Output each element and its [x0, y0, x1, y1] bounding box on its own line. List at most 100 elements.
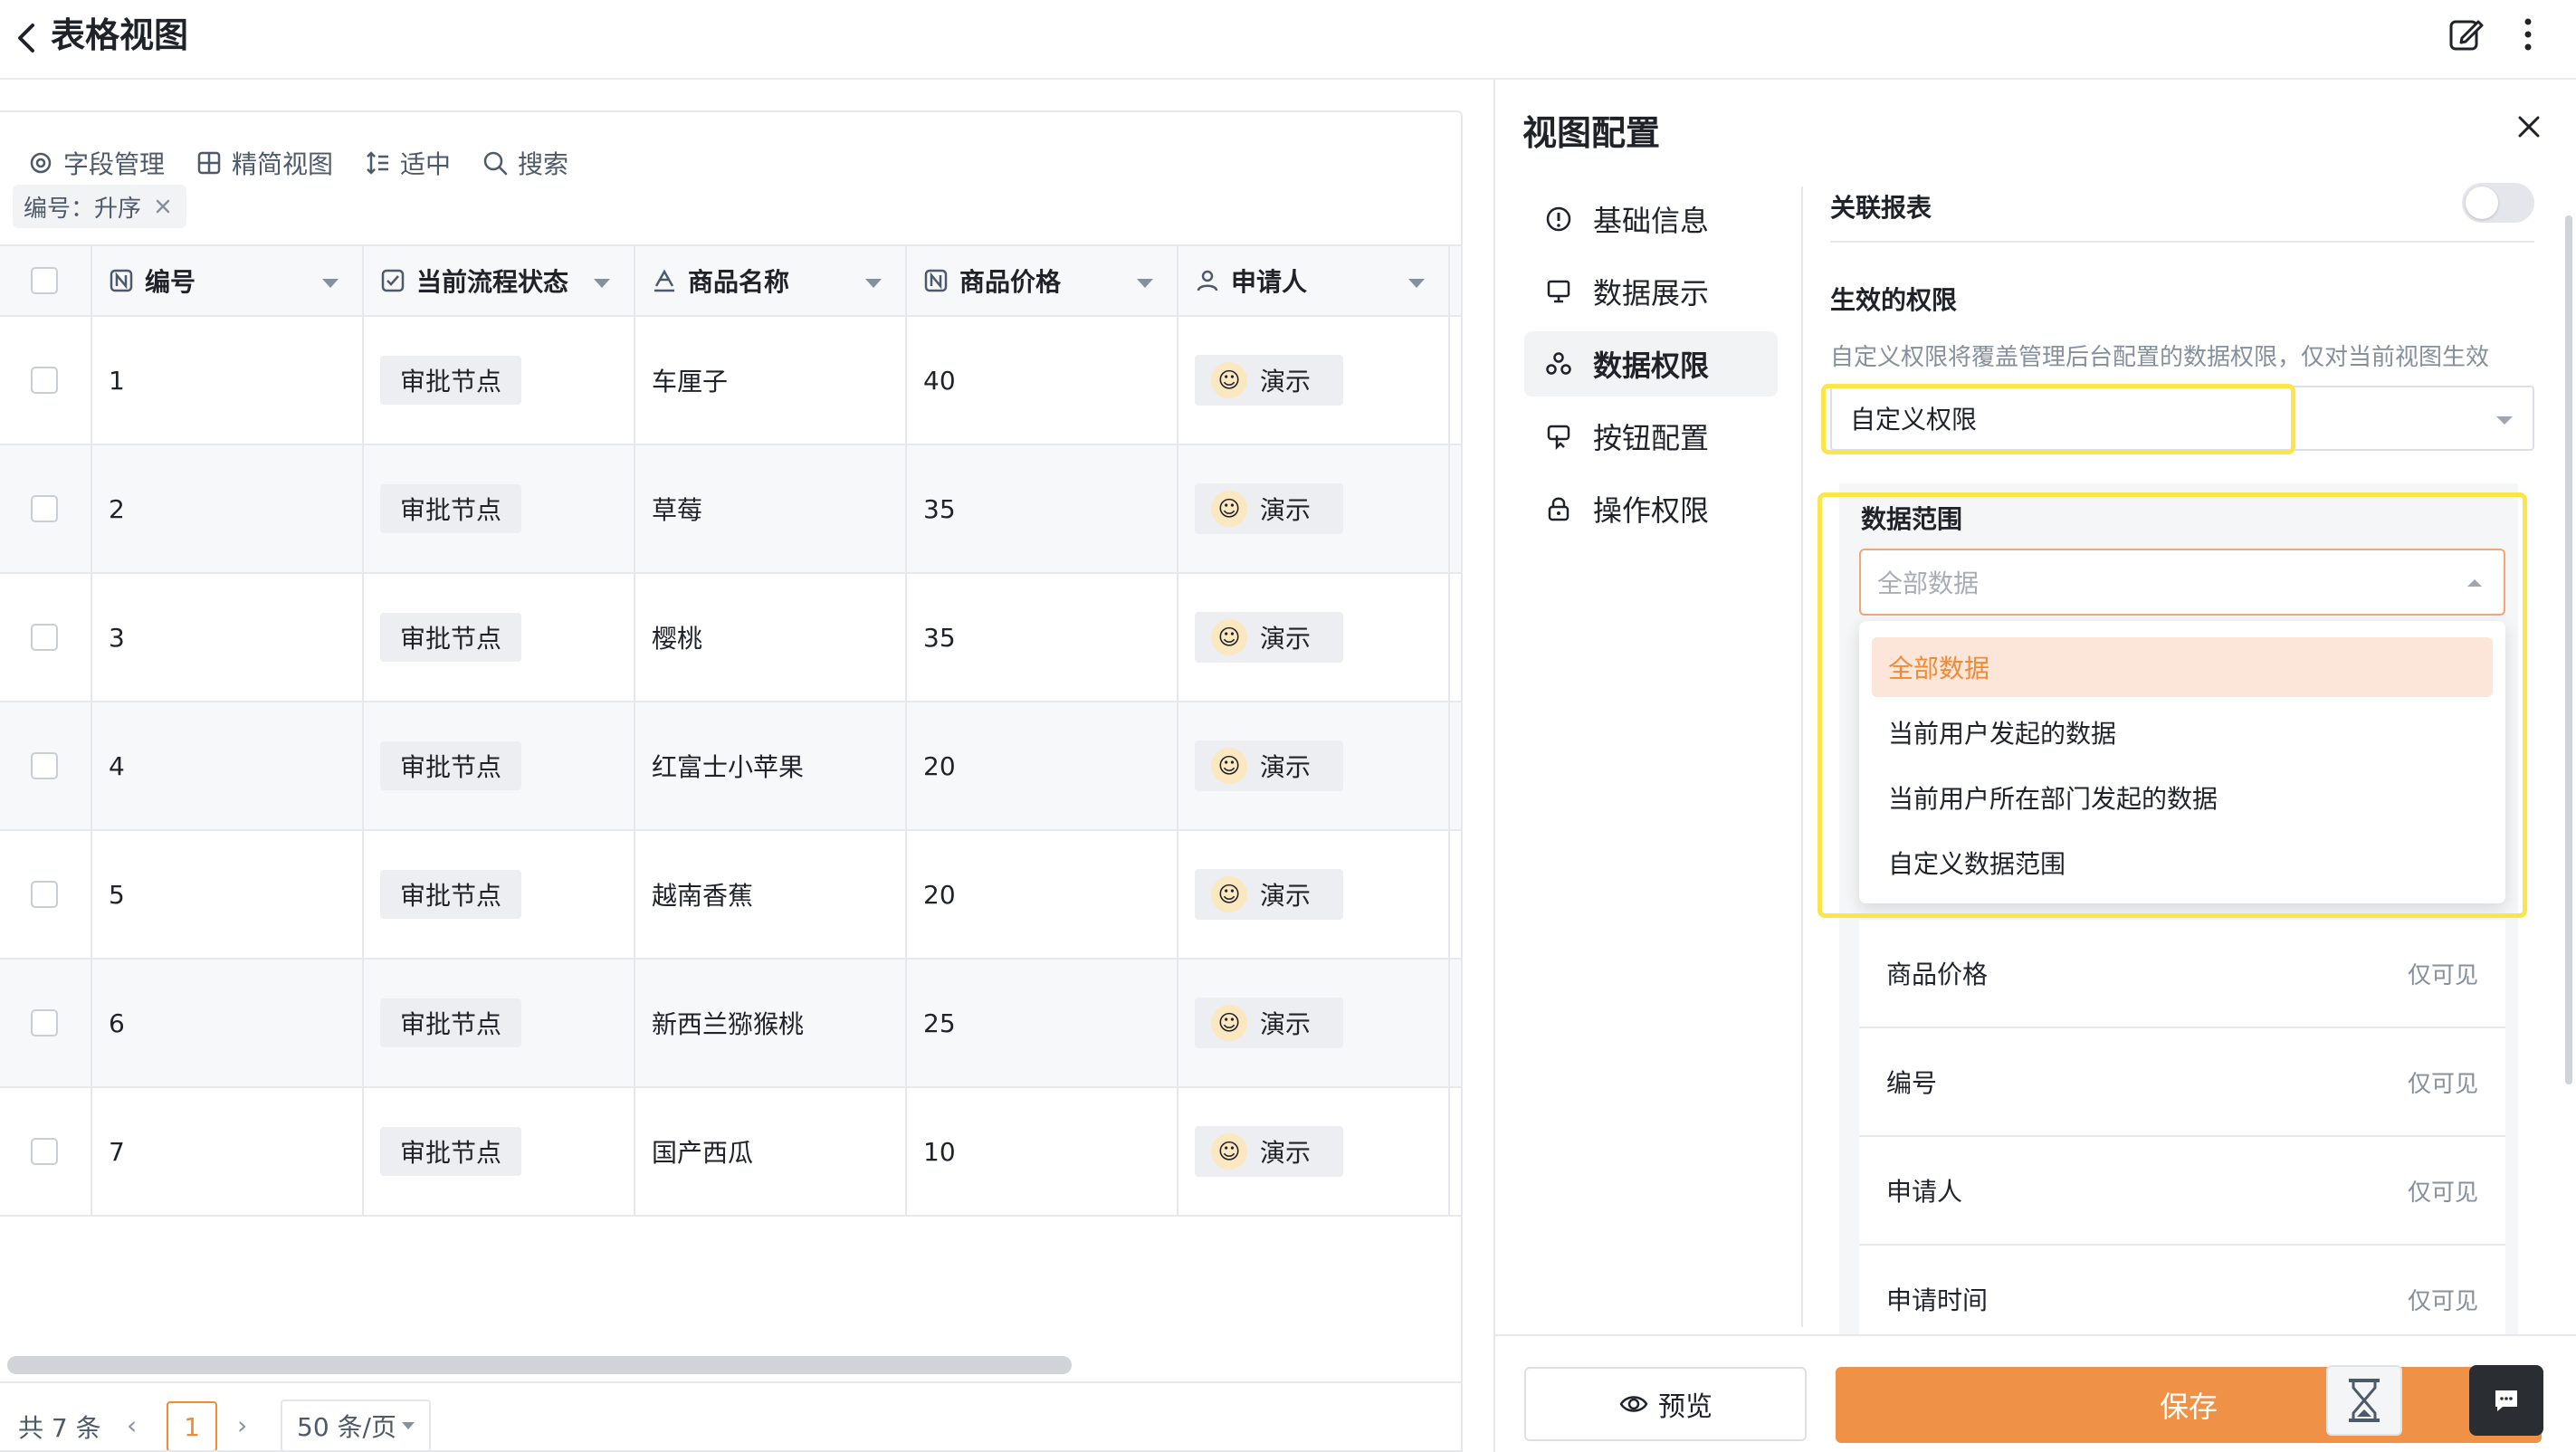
save-button[interactable]: 保存 — [1836, 1367, 2542, 1443]
table-header: 编号 当前流程状态 商品名称 商品价格 申请人 — [0, 244, 1461, 317]
column-header-price[interactable]: 商品价格 — [907, 246, 1178, 315]
user-name: 演示 — [1260, 1138, 1312, 1168]
field-permission-row[interactable]: 编号 仅可见 — [1859, 1028, 2505, 1137]
cell-status: 审批节点 — [364, 960, 635, 1086]
field-permission[interactable]: 仅可见 — [2408, 1174, 2478, 1208]
chevron-down-icon[interactable] — [1408, 279, 1425, 288]
field-permission[interactable]: 仅可见 — [2408, 1065, 2478, 1099]
table-row[interactable]: 2 审批节点 草莓 35 ☺ 演示 — [0, 445, 1461, 574]
field-permission[interactable]: 仅可见 — [2408, 957, 2478, 990]
column-header-applicant[interactable]: 申请人 — [1178, 246, 1450, 315]
status-tag: 审批节点 — [380, 356, 522, 405]
sort-chip[interactable]: 编号：升序 — [13, 185, 187, 228]
number-field-icon — [924, 269, 948, 292]
column-header-id[interactable]: 编号 — [92, 246, 364, 315]
field-permission[interactable]: 仅可见 — [2408, 1283, 2478, 1316]
effective-permission-label: 生效的权限 — [1830, 285, 1958, 315]
top-bar: 表格视图 — [0, 0, 2576, 80]
linked-report-toggle[interactable] — [2462, 183, 2534, 223]
nav-item-data-permission[interactable]: 数据权限 — [1524, 331, 1778, 396]
user-chip: ☺ 演示 — [1195, 869, 1343, 920]
permission-description: 自定义权限将覆盖管理后台配置的数据权限，仅对当前视图生效 — [1830, 344, 2490, 371]
table-row[interactable]: 1 审批节点 车厘子 40 ☺ 演示 — [0, 317, 1461, 445]
horizontal-scrollbar[interactable] — [7, 1356, 1072, 1374]
avatar: ☺ — [1211, 619, 1247, 655]
table-row[interactable]: 4 审批节点 红富士小苹果 20 ☺ 演示 — [0, 702, 1461, 831]
page-size-select[interactable]: 50 条/页 — [281, 1399, 431, 1450]
cell-id: 4 — [92, 702, 364, 829]
table-row[interactable]: 7 审批节点 国产西瓜 10 ☺ 演示 — [0, 1088, 1461, 1217]
cell-price: 20 — [907, 831, 1178, 958]
row-checkbox[interactable] — [31, 624, 58, 651]
select-all-checkbox[interactable] — [31, 267, 58, 294]
chevron-down-icon[interactable] — [322, 279, 339, 288]
chevron-down-icon — [2496, 416, 2513, 425]
close-icon[interactable] — [154, 197, 172, 215]
user-name: 演示 — [1260, 367, 1312, 396]
avatar: ☺ — [1211, 491, 1247, 527]
user-chip: ☺ 演示 — [1195, 355, 1343, 406]
field-name: 编号 — [1886, 1068, 1938, 1098]
more-icon[interactable] — [2514, 14, 2542, 54]
row-checkbox[interactable] — [31, 367, 58, 394]
toggle-knob — [2466, 186, 2498, 219]
row-checkbox[interactable] — [31, 495, 58, 522]
nav-item-data-display[interactable]: 数据展示 — [1524, 259, 1778, 324]
prev-page-button[interactable]: ‹ — [127, 1410, 137, 1440]
table-row[interactable]: 5 审批节点 越南香蕉 20 ☺ 演示 — [0, 831, 1461, 960]
row-checkbox[interactable] — [31, 1138, 58, 1165]
nav-item-button-config[interactable]: 按钮配置 — [1524, 404, 1778, 469]
field-manage-button[interactable]: 字段管理 — [27, 136, 165, 190]
preview-button[interactable]: 预览 — [1524, 1367, 1807, 1441]
field-permission-row[interactable]: 申请人 仅可见 — [1859, 1137, 2505, 1246]
row-checkbox[interactable] — [31, 752, 58, 779]
avatar: ☺ — [1211, 1133, 1247, 1170]
user-name: 演示 — [1260, 881, 1312, 911]
field-permission-row[interactable]: 商品价格 仅可见 — [1859, 920, 2505, 1028]
row-select-cell — [0, 445, 92, 572]
column-header-status[interactable]: 当前流程状态 — [364, 246, 635, 315]
cell-status: 审批节点 — [364, 702, 635, 829]
total-count: 共 7 条 — [18, 1413, 101, 1443]
table-card: 字段管理 精简视图 适中 搜索 编号：升序 编号 当前流程状态 商品名称 商品价… — [0, 110, 1463, 1452]
chevron-down-icon[interactable] — [1137, 279, 1153, 288]
chat-widget[interactable] — [2469, 1365, 2543, 1436]
cell-status: 审批节点 — [364, 831, 635, 958]
table-row[interactable]: 3 审批节点 樱桃 35 ☺ 演示 — [0, 574, 1461, 702]
row-select-cell — [0, 574, 92, 701]
status-tag: 审批节点 — [380, 613, 522, 662]
close-icon[interactable] — [2514, 112, 2543, 141]
display-icon — [1547, 280, 1570, 303]
cell-name: 樱桃 — [635, 574, 907, 701]
row-height-label: 适中 — [400, 149, 452, 179]
nav-item-operation-permission[interactable]: 操作权限 — [1524, 476, 1778, 541]
row-checkbox[interactable] — [31, 1009, 58, 1036]
column-header-name[interactable]: 商品名称 — [635, 246, 907, 315]
table-row[interactable]: 6 审批节点 新西兰猕猴桃 25 ☺ 演示 — [0, 960, 1461, 1088]
hourglass-widget[interactable] — [2326, 1365, 2402, 1436]
search-button[interactable]: 搜索 — [482, 136, 568, 190]
cell-status: 审批节点 — [364, 317, 635, 444]
nav-item-basic-info[interactable]: 基础信息 — [1524, 186, 1778, 252]
chat-icon — [2495, 1390, 2517, 1411]
linked-report-label: 关联报表 — [1830, 193, 1932, 223]
row-checkbox[interactable] — [31, 881, 58, 908]
chevron-down-icon[interactable] — [865, 279, 882, 288]
column-header-label: 申请人 — [1231, 267, 1308, 297]
vertical-scrollbar[interactable] — [2565, 215, 2572, 1084]
next-page-button[interactable]: › — [237, 1410, 247, 1440]
nav-item-label: 操作权限 — [1593, 493, 1710, 528]
cell-name: 越南香蕉 — [635, 831, 907, 958]
user-chip: ☺ 演示 — [1195, 483, 1343, 534]
cell-id: 2 — [92, 445, 364, 572]
row-height-button[interactable]: 适中 — [364, 136, 451, 190]
cell-price: 35 — [907, 574, 1178, 701]
chevron-down-icon[interactable] — [594, 279, 610, 288]
panel-title: 视图配置 — [1522, 113, 1661, 153]
back-arrow-icon[interactable] — [9, 18, 45, 58]
current-page-button[interactable]: 1 — [167, 1401, 217, 1450]
edit-icon[interactable] — [2446, 14, 2485, 54]
permission-icon — [1546, 352, 1571, 375]
avatar: ☺ — [1211, 1005, 1247, 1041]
compact-view-button[interactable]: 精简视图 — [196, 136, 333, 190]
